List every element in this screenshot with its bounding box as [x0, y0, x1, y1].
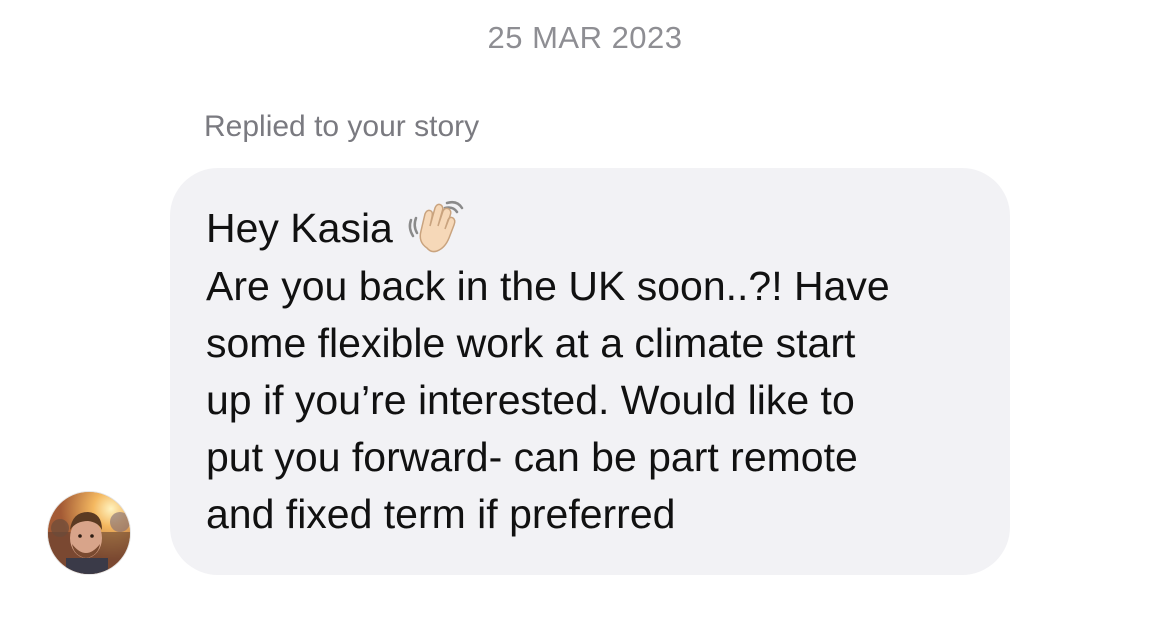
message-text: Hey Kasia Are you back in the UK soon..?…: [206, 198, 974, 543]
story-reply-label: Replied to your story: [204, 110, 480, 143]
message-line: Are you back in the UK soon..?! Have: [206, 263, 890, 309]
message-line: up if you’re interested. Would like to: [206, 377, 855, 423]
greeting-text: Hey Kasia: [206, 204, 393, 251]
message-line: put you forward- can be part remote: [206, 434, 858, 480]
message-line: some flexible work at a climate start: [206, 320, 856, 366]
greeting-line: Hey Kasia: [206, 198, 974, 258]
message-date: 25 MAR 2023: [487, 20, 683, 55]
message-line: and fixed term if preferred: [206, 491, 676, 537]
message-bubble[interactable]: Hey Kasia Are you back in the UK soon..?…: [170, 168, 1010, 575]
sender-avatar[interactable]: [47, 491, 131, 575]
waving-hand-icon: [405, 198, 465, 258]
avatar-photo: [48, 492, 130, 574]
